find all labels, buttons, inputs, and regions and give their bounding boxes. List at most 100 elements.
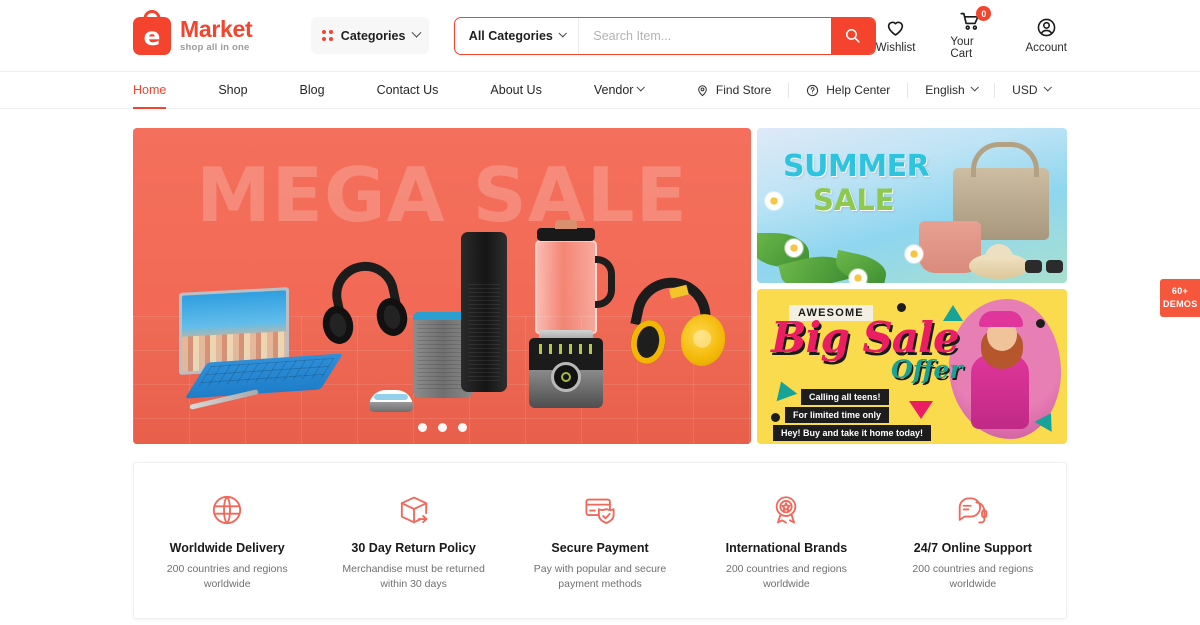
chevron-down-icon — [558, 28, 567, 37]
nav-item-shop[interactable]: Shop — [192, 72, 273, 108]
carousel-pagination — [133, 423, 751, 432]
cart-count-badge: 0 — [976, 6, 992, 21]
logo-text: Market shop all in one — [180, 16, 253, 54]
search-category-label: All Categories — [468, 28, 553, 43]
help-center-link[interactable]: Help Center — [789, 83, 907, 97]
feature-worldwide-delivery: Worldwide Delivery 200 countries and reg… — [134, 489, 320, 592]
award-ribbon-icon — [769, 489, 803, 531]
headset-support-icon — [956, 489, 990, 531]
big-sale-title: Big Sale — [771, 313, 960, 362]
site-header: e Market shop all in one Categories All … — [0, 0, 1200, 71]
dot-decor — [897, 303, 906, 312]
demos-tab-count: 60+ — [1171, 286, 1189, 296]
feature-title: Worldwide Delivery — [169, 541, 285, 555]
nav-item-blog[interactable]: Blog — [274, 72, 351, 108]
nav-item-label: Blog — [299, 83, 325, 97]
nav-item-label: Home — [133, 83, 167, 97]
big-sale-tagline: Calling all teens! — [801, 389, 889, 405]
summer-banner-line2: SALE — [813, 183, 895, 217]
flower-graphic — [785, 239, 803, 257]
hero-main-banner[interactable]: MEGA SALE — [133, 128, 751, 444]
triangle-decor — [770, 377, 798, 402]
demos-floating-tab[interactable]: 60+ DEMOS — [1160, 279, 1200, 318]
question-circle-icon — [807, 84, 819, 96]
categories-button[interactable]: Categories — [310, 17, 429, 54]
flower-graphic — [849, 269, 867, 283]
big-sale-subtitle: Offer — [891, 355, 963, 384]
yellow-headphones-image — [627, 270, 730, 374]
chevron-down-icon — [637, 83, 646, 92]
feature-return-policy: 30 Day Return Policy Merchandise must be… — [320, 489, 506, 592]
big-sale-banner[interactable]: AWESOME Big Sale Offer Calling all teens… — [757, 289, 1067, 444]
feature-secure-payment: Secure Payment Pay with popular and secu… — [507, 489, 693, 592]
nav-utilities: Find Store Help Center English USD — [679, 72, 1067, 108]
language-select[interactable]: English — [908, 83, 994, 97]
model-hat-graphic — [979, 311, 1023, 327]
search-input[interactable] — [578, 17, 831, 54]
demos-tab-label: DEMOS — [1163, 299, 1198, 310]
nav-item-vendor[interactable]: Vendor — [568, 72, 670, 108]
nav-item-about-us[interactable]: About Us — [464, 72, 567, 108]
carousel-dot-2[interactable] — [437, 423, 447, 432]
carousel-dot-1[interactable] — [417, 423, 427, 432]
feature-description: Pay with popular and secure payment meth… — [533, 563, 667, 591]
account-label: Account — [1025, 42, 1067, 54]
feature-description: 200 countries and regions worldwide — [166, 563, 288, 591]
search-button[interactable] — [830, 17, 875, 54]
cart-label: Your Cart — [950, 36, 974, 60]
feature-description: 200 countries and regions worldwide — [912, 563, 1034, 591]
main-navigation: Home Shop Blog Contact Us About Us Vendo… — [0, 71, 1200, 109]
big-sale-tagline: Hey! Buy and take it home today! — [773, 425, 932, 441]
hero-section: MEGA SALE SUMMER SALE AWESOME Big Sale O… — [133, 128, 1067, 444]
account-button[interactable]: Account — [1025, 17, 1067, 54]
chevron-down-icon — [1043, 83, 1052, 92]
small-smart-speaker-image — [369, 390, 413, 412]
logo-tagline: shop all in one — [180, 42, 250, 54]
header-actions: Wishlist 0 Your Cart Account — [875, 6, 1067, 60]
help-center-label: Help Center — [826, 83, 891, 97]
site-logo[interactable]: e Market shop all in one — [133, 9, 279, 55]
main-content: MEGA SALE SUMMER SALE AWESOME Big Sale O… — [0, 109, 1200, 444]
feature-international-brands: International Brands 200 countries and r… — [693, 489, 879, 592]
feature-description: Merchandise must be returned within 30 d… — [342, 563, 485, 591]
feature-title: Secure Payment — [551, 541, 649, 555]
map-pin-icon — [698, 84, 707, 96]
nav-item-contact-us[interactable]: Contact Us — [351, 72, 465, 108]
currency-select[interactable]: USD — [995, 83, 1067, 97]
find-store-label: Find Store — [715, 83, 772, 97]
triangle-decor — [909, 401, 933, 419]
feature-title: 24/7 Online Support — [913, 541, 1032, 555]
wishlist-button[interactable]: Wishlist — [875, 17, 916, 54]
dot-decor — [1036, 319, 1045, 328]
nav-item-label: About Us — [490, 83, 542, 97]
hero-product-graphics — [133, 172, 751, 422]
logo-title: Market — [180, 16, 253, 43]
user-circle-icon — [1037, 18, 1056, 37]
heart-icon — [887, 21, 904, 36]
features-section: Worldwide Delivery 200 countries and reg… — [133, 462, 1067, 620]
find-store-link[interactable]: Find Store — [679, 83, 788, 97]
search-icon — [846, 28, 860, 43]
grid-dots-icon — [321, 30, 333, 41]
nav-item-home[interactable]: Home — [133, 72, 192, 109]
currency-label: USD — [1012, 83, 1038, 97]
logo-bag-icon: e — [133, 9, 171, 55]
wishlist-label: Wishlist — [875, 42, 916, 54]
carousel-dot-3[interactable] — [457, 423, 467, 432]
feature-online-support: 24/7 Online Support 200 countries and re… — [880, 489, 1066, 592]
flower-graphic — [905, 245, 923, 263]
chevron-down-icon — [411, 27, 422, 38]
dot-decor — [771, 413, 780, 422]
feature-description: 200 countries and regions worldwide — [726, 563, 847, 591]
search-bar: All Categories — [453, 16, 876, 55]
feature-title: International Brands — [725, 541, 848, 555]
page-root: e Market shop all in one Categories All … — [0, 0, 1200, 625]
summer-sale-banner[interactable]: SUMMER SALE — [757, 128, 1067, 283]
globe-icon — [210, 489, 244, 531]
logo-letter: e — [143, 22, 161, 51]
big-sale-tagline: For limited time only — [785, 407, 890, 423]
cart-button[interactable]: 0 Your Cart — [950, 6, 992, 60]
nav-links: Home Shop Blog Contact Us About Us Vendo… — [133, 72, 670, 109]
search-category-select[interactable]: All Categories — [455, 18, 579, 54]
card-shield-icon — [583, 489, 617, 531]
